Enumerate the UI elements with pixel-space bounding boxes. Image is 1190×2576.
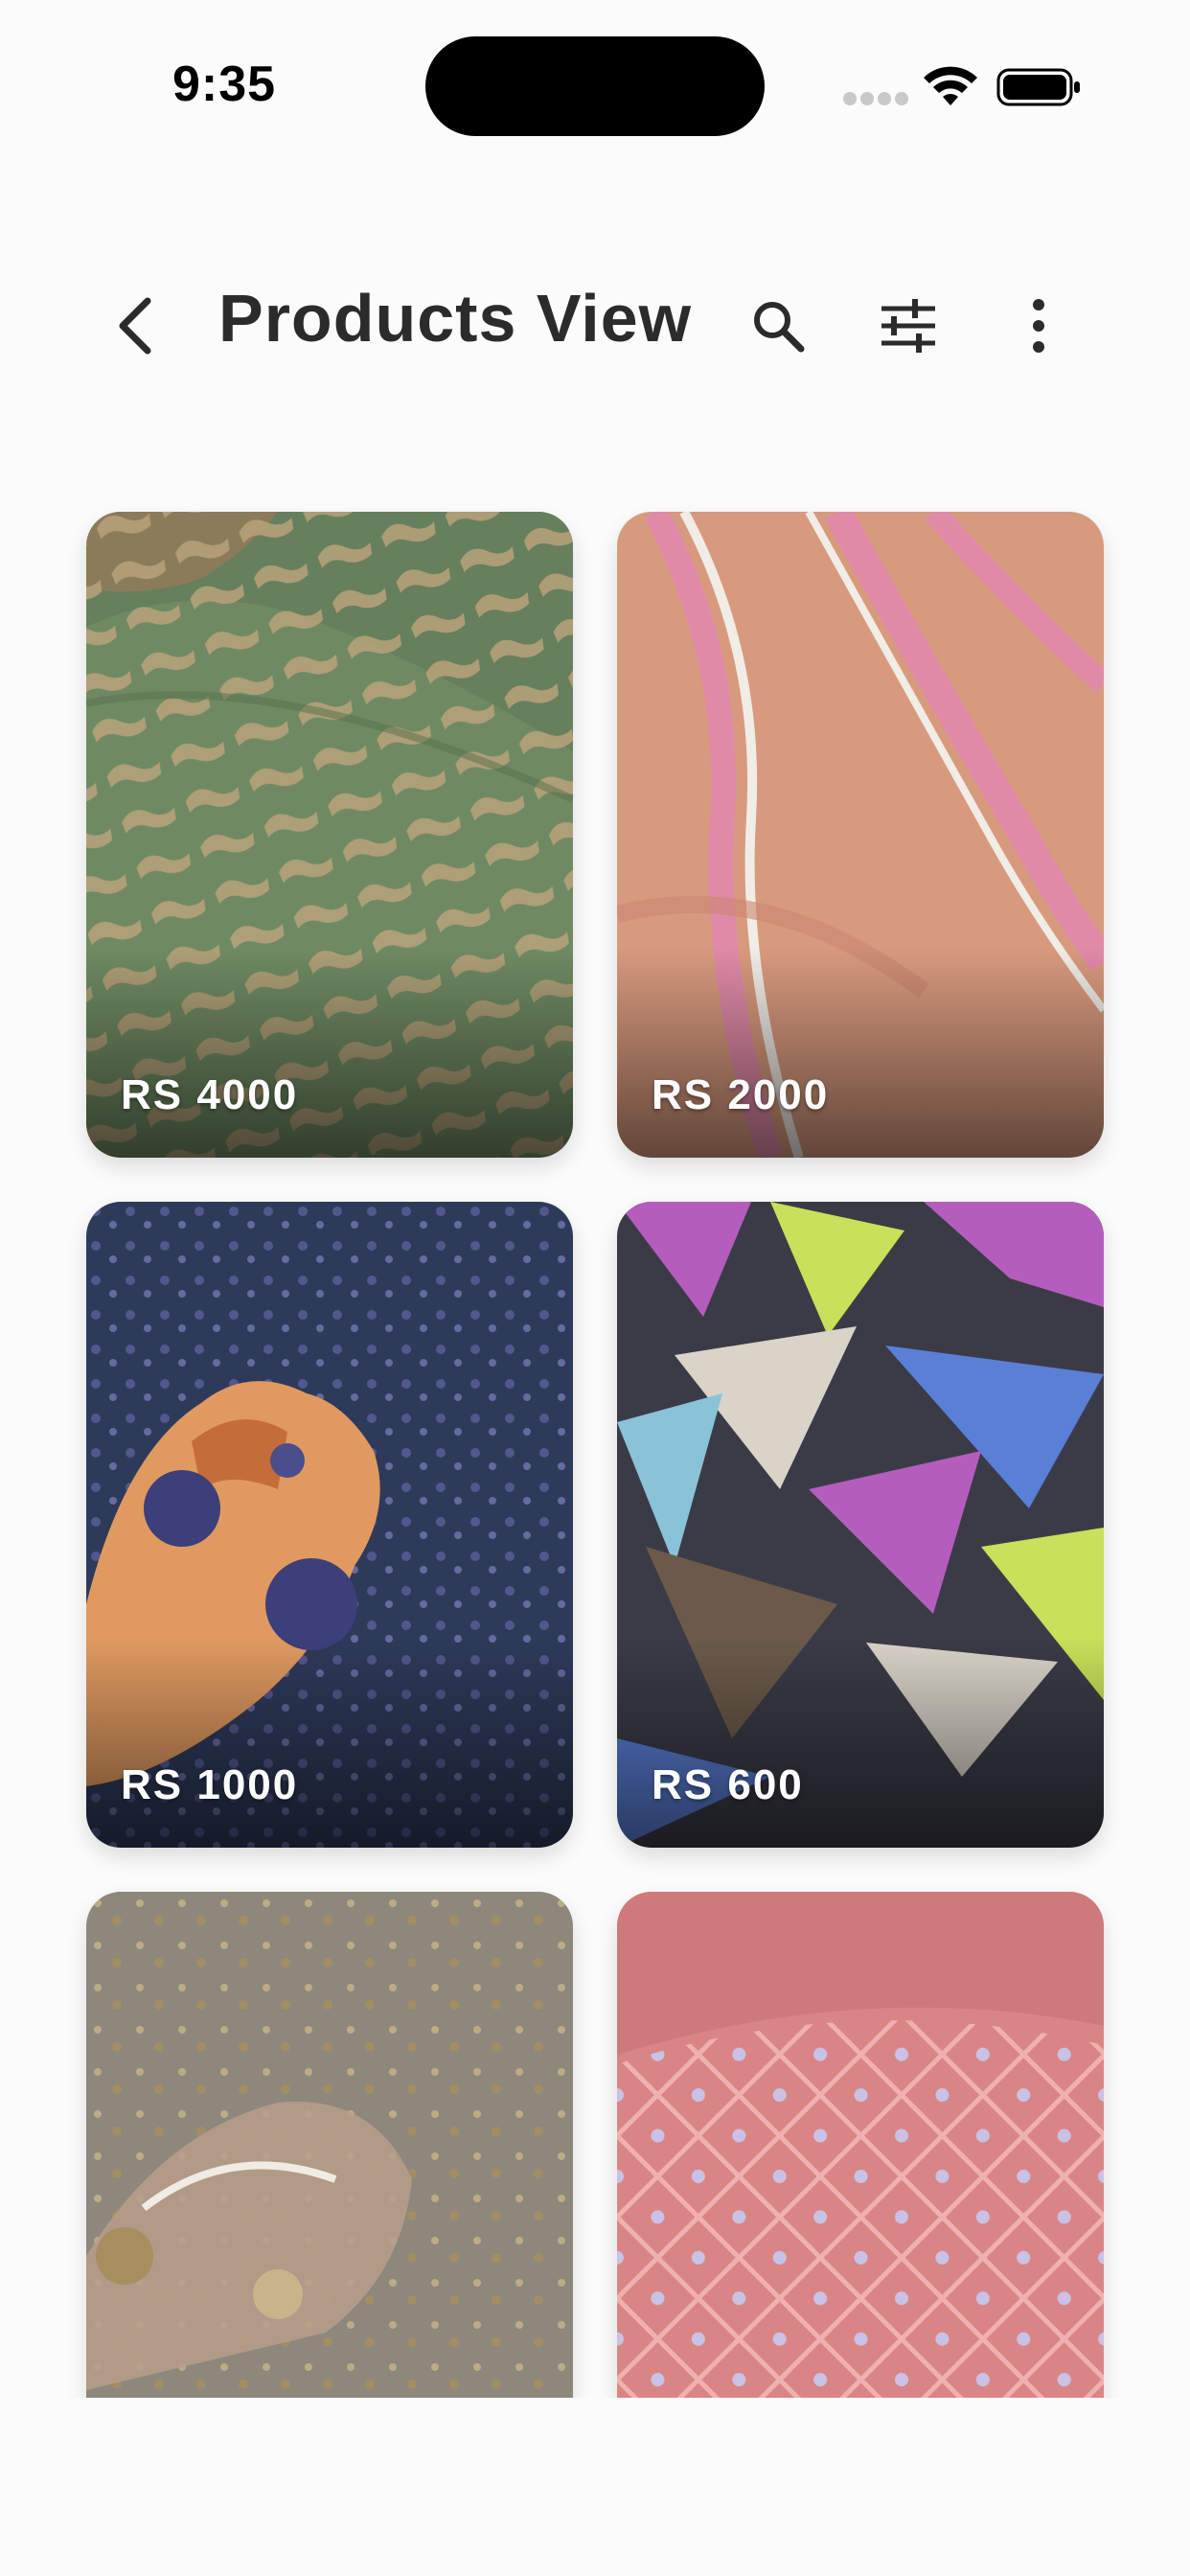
bottom-area: [0, 2398, 1190, 2576]
price-overlay: [86, 1637, 573, 1848]
page-title: Products View: [218, 281, 693, 356]
product-image: [86, 1892, 573, 2398]
wifi-icon: [924, 66, 977, 105]
search-icon: [754, 302, 805, 353]
product-card[interactable]: RS 1000: [86, 1202, 573, 1848]
price-overlay: [86, 947, 573, 1158]
product-price: RS 600: [652, 1761, 804, 1808]
price-overlay: [617, 1637, 1104, 1848]
status-time: 9:35: [172, 57, 277, 112]
product-price: RS 4000: [121, 1071, 299, 1118]
search-button[interactable]: [740, 288, 816, 364]
product-price: RS 2000: [652, 1071, 830, 1118]
signal-icon: [843, 92, 908, 105]
product-image: [617, 1892, 1104, 2398]
battery-icon: [996, 68, 1080, 106]
products-view-screen: 9:35 Products View RS 4000 RS 2000 RS 10…: [0, 0, 1190, 2576]
product-card[interactable]: RS 600: [617, 1202, 1104, 1848]
filter-button[interactable]: [870, 288, 947, 364]
product-price: RS 1000: [121, 1761, 299, 1808]
filter-icon: [881, 299, 935, 353]
status-bar: 9:35: [0, 0, 1190, 172]
app-header: Products View: [0, 249, 1190, 383]
back-button[interactable]: [105, 288, 163, 364]
product-card[interactable]: [86, 1892, 573, 2398]
product-card[interactable]: RS 4000: [86, 512, 573, 1158]
product-card[interactable]: RS 2000: [617, 512, 1104, 1158]
dynamic-island: [425, 36, 765, 136]
back-icon: [119, 297, 151, 355]
more-options-button[interactable]: [1000, 288, 1077, 364]
price-overlay: [617, 947, 1104, 1158]
product-grid: RS 4000 RS 2000 RS 1000 RS 600: [0, 479, 1190, 2398]
more-vert-icon: [1033, 299, 1044, 353]
product-card[interactable]: [617, 1892, 1104, 2398]
